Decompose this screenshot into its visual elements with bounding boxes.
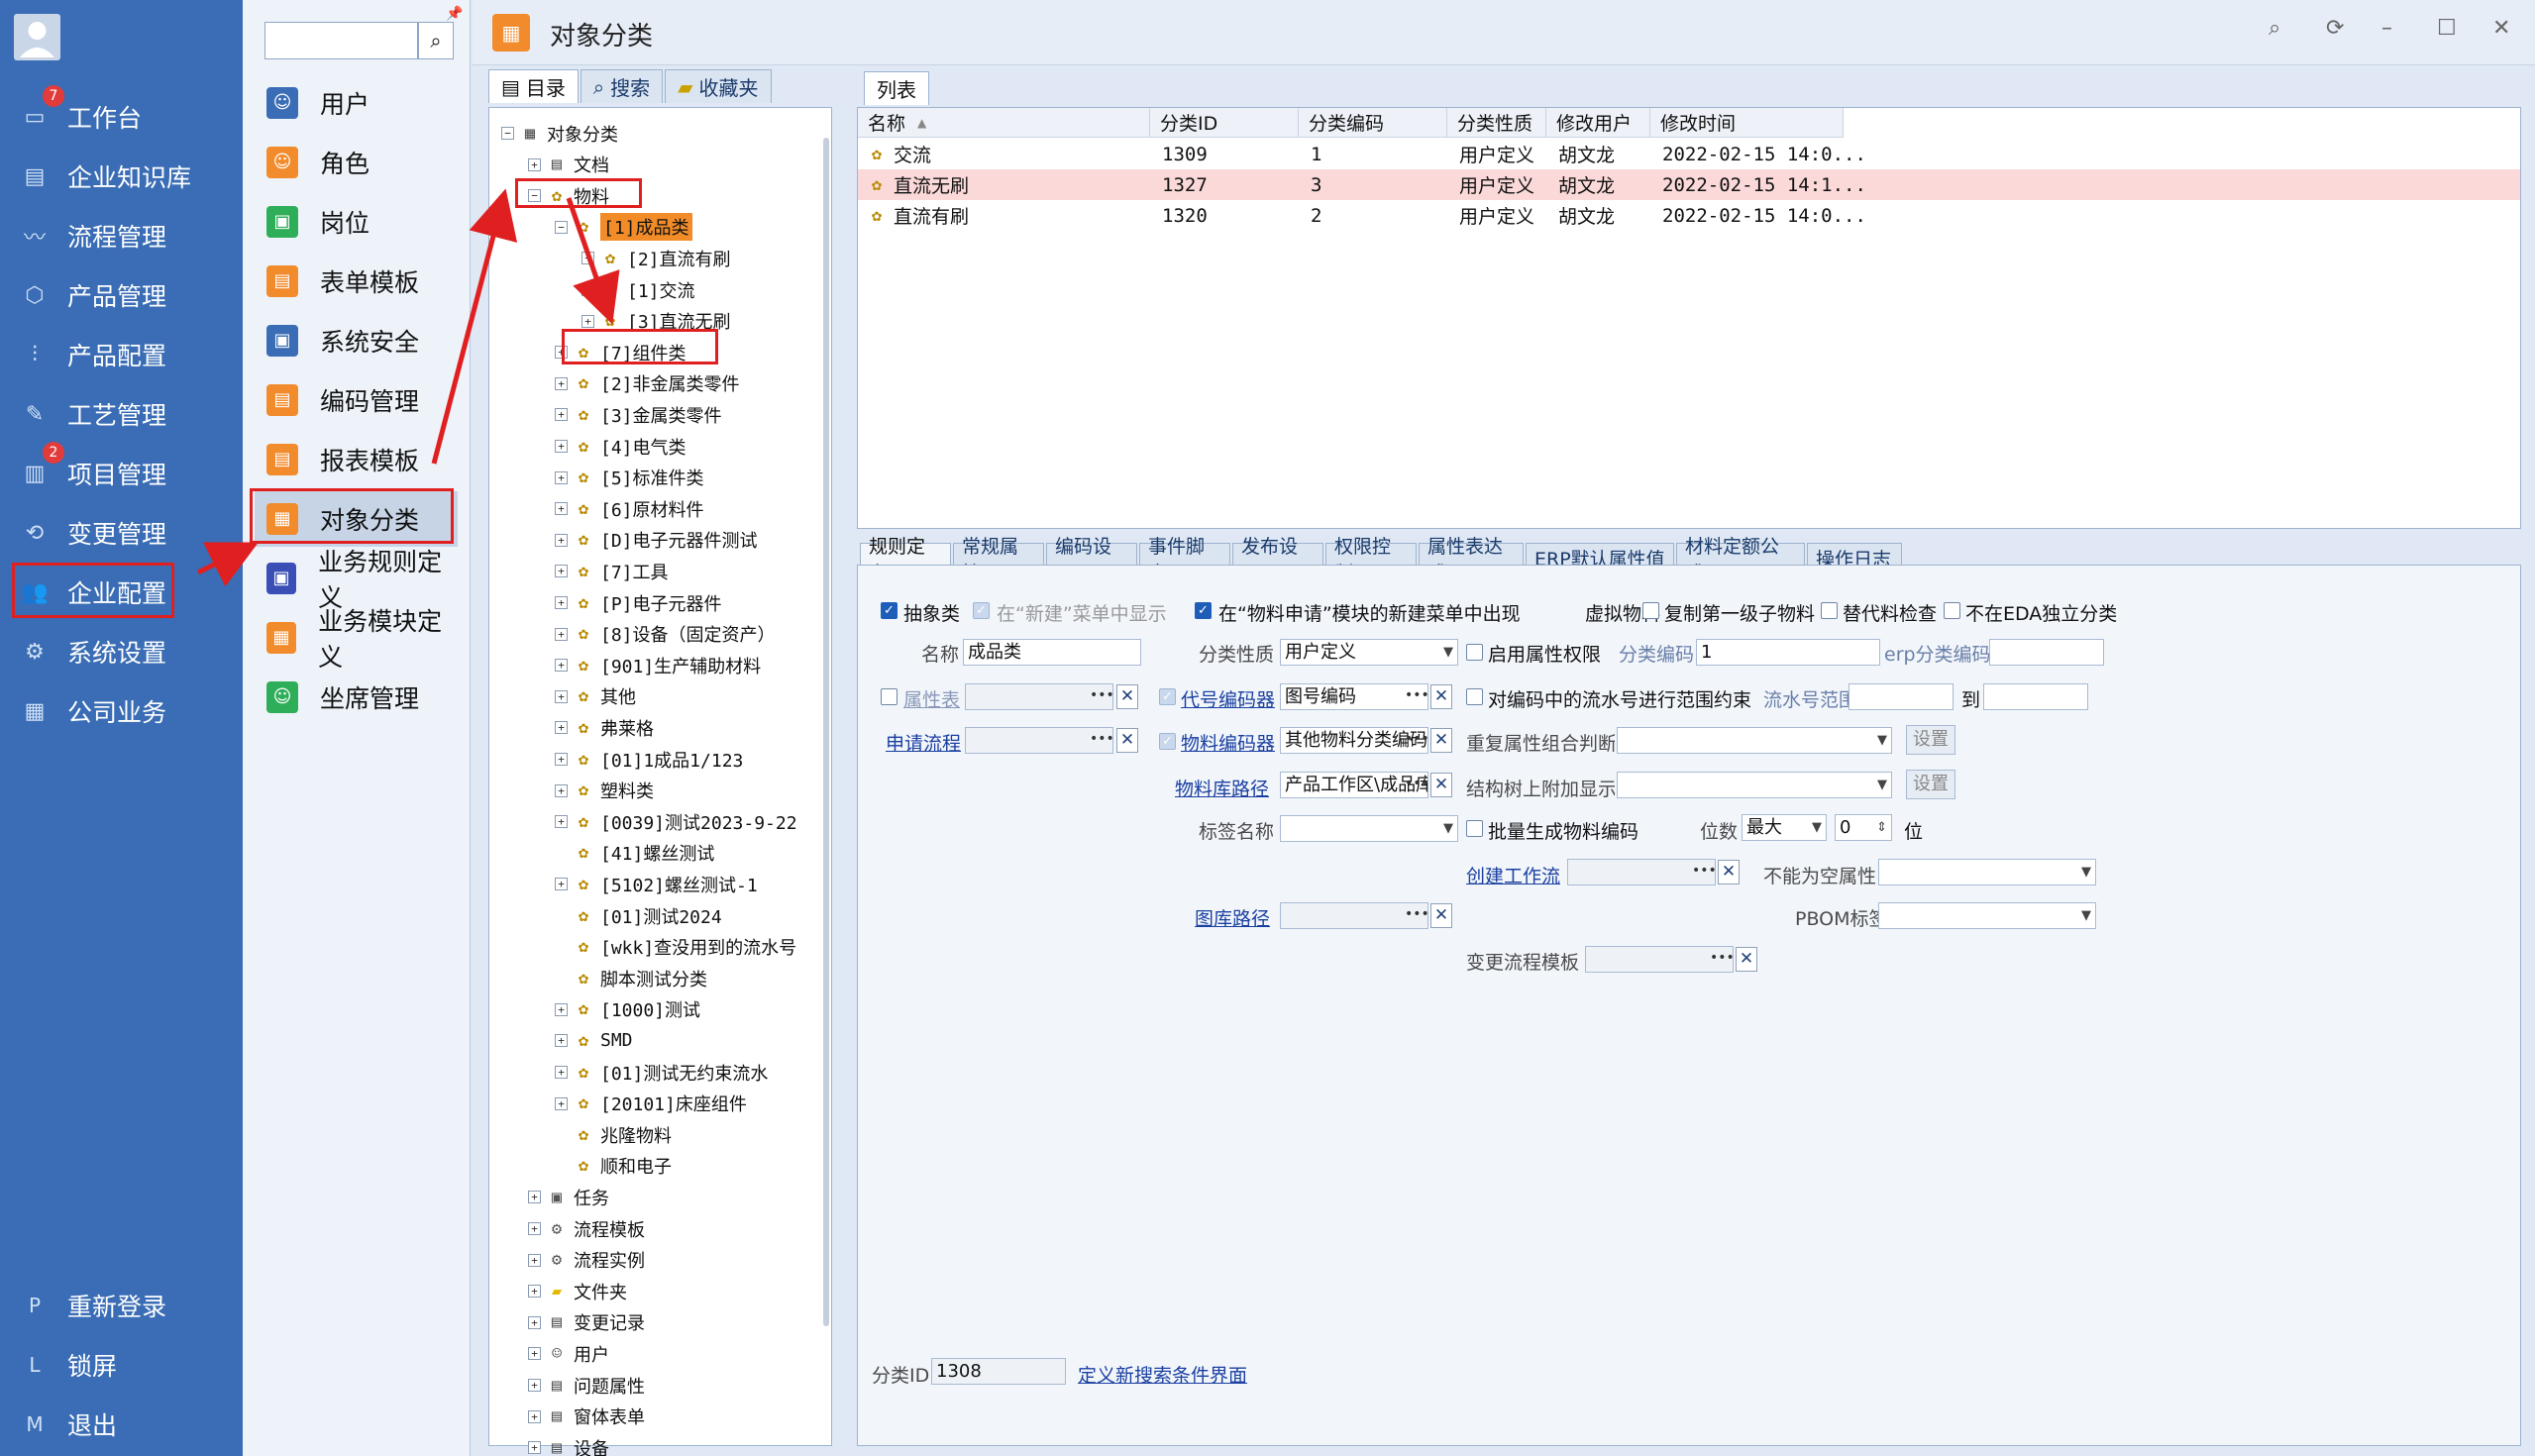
attr-perm-label: 启用属性权限 — [1488, 644, 1602, 666]
copy-first-label: 复制第一级子物料 — [1664, 603, 1816, 625]
browse-icon[interactable]: ••• — [1710, 950, 1735, 966]
not-null-label: 不能为空属性 — [1763, 866, 1877, 887]
not-null-select[interactable]: ▼ — [1878, 859, 2096, 885]
dup-attr-settings-button[interactable]: 设置 — [1906, 725, 1955, 755]
erp-code-input[interactable] — [1989, 639, 2104, 666]
chevron-down-icon: ▼ — [1812, 820, 1822, 835]
define-search-link[interactable]: 定义新搜索条件界面 — [1078, 1361, 1247, 1388]
clear-icon[interactable]: ✕ — [1430, 903, 1452, 928]
clear-icon[interactable]: ✕ — [1718, 860, 1740, 884]
attr-table-checkbox[interactable] — [881, 688, 898, 705]
dup-attr-label: 重复属性组合判断 — [1466, 733, 1615, 755]
class-id-input: 1308 — [931, 1358, 1066, 1385]
mat-gen-checkbox[interactable]: ✓ — [1159, 733, 1176, 750]
form-fields: ✓ 抽象类 ✓ 在“新建”菜单中显示 ✓ 在“物料申请”模块的新建菜单中出现 虚… — [0, 0, 2535, 1456]
nature-select[interactable]: 用户定义 ▼ — [1280, 639, 1458, 666]
chevron-down-icon: ▼ — [2081, 908, 2091, 923]
struct-tree-settings-button[interactable]: 设置 — [1906, 770, 1955, 799]
browse-icon[interactable]: ••• — [1090, 687, 1114, 703]
drawing-path-link[interactable]: 图库路径 — [1195, 904, 1270, 931]
create-flow-link[interactable]: 创建工作流 — [1466, 862, 1560, 888]
struct-tree-select[interactable]: ▼ — [1617, 772, 1892, 798]
new-menu-label: 在“新建”菜单中显示 — [997, 603, 1167, 625]
struct-tree-label: 结构树上附加显示 — [1466, 779, 1615, 800]
pbom-select[interactable]: ▼ — [1878, 902, 2096, 929]
range-from-input[interactable] — [1848, 683, 1954, 710]
browse-icon[interactable]: ••• — [1405, 731, 1429, 747]
batch-label: 批量生成物料编码 — [1488, 821, 1639, 843]
highlight-object-category — [250, 488, 454, 544]
browse-icon[interactable]: ••• — [1090, 731, 1114, 747]
range-to-label: 到 — [1961, 689, 1981, 711]
class-id-label: 分类ID — [872, 1365, 930, 1387]
code-label: 分类编码 — [1619, 644, 1695, 666]
abstract-label: 抽象类 — [903, 603, 961, 625]
browse-icon[interactable]: ••• — [1405, 687, 1429, 703]
dup-attr-select[interactable]: ▼ — [1617, 727, 1892, 754]
apply-flow-link[interactable]: 申请流程 — [886, 729, 961, 756]
mat-lib-link[interactable]: 物料库路径 — [1175, 775, 1269, 801]
abstract-checkbox[interactable]: ✓ — [881, 602, 898, 619]
material-apply-label: 在“物料申请”模块的新建菜单中出现 — [1218, 603, 1521, 625]
range-label: 对编码中的流水号进行范围约束 — [1488, 689, 1752, 711]
digits-stepper[interactable]: 0 ⇕ — [1835, 814, 1892, 841]
clear-icon[interactable]: ✕ — [1116, 684, 1138, 709]
range-checkbox[interactable] — [1466, 688, 1483, 705]
eda-label: 不在EDA独立分类 — [1965, 603, 2118, 625]
tag-name-label: 标签名称 — [1199, 821, 1275, 843]
chevron-down-icon: ▼ — [1443, 821, 1453, 836]
material-apply-checkbox[interactable]: ✓ — [1195, 602, 1212, 619]
eda-checkbox[interactable] — [1944, 602, 1960, 619]
change-tpl-label: 变更流程模板 — [1466, 952, 1580, 974]
code-gen-link[interactable]: 代号编码器 — [1181, 685, 1275, 712]
browse-icon[interactable]: ••• — [1405, 906, 1429, 922]
substitute-label: 替代料检查 — [1843, 603, 1938, 625]
erp-code-label: erp分类编码 — [1884, 644, 1991, 666]
chevron-down-icon: ▼ — [1877, 778, 1887, 792]
mat-gen-link[interactable]: 物料编码器 — [1181, 729, 1275, 756]
attr-table-link[interactable]: 属性表 — [903, 685, 960, 712]
clear-icon[interactable]: ✕ — [1430, 773, 1452, 797]
attr-perm-checkbox[interactable] — [1466, 644, 1483, 661]
digits-unit-label: 位 — [1904, 821, 1924, 843]
highlight-component — [562, 329, 718, 364]
browse-icon[interactable]: ••• — [1405, 776, 1429, 791]
digits-label: 位数 — [1700, 821, 1739, 843]
new-menu-checkbox[interactable]: ✓ — [973, 602, 990, 619]
clear-icon[interactable]: ✕ — [1430, 684, 1452, 709]
name-input[interactable]: 成品类 — [963, 639, 1141, 666]
name-label: 名称 — [921, 644, 960, 666]
chevron-down-icon: ▼ — [1443, 645, 1453, 660]
serial-range-label: 流水号范围 — [1763, 689, 1858, 711]
tag-name-select[interactable]: ▼ — [1280, 815, 1458, 842]
code-gen-checkbox[interactable]: ✓ — [1159, 688, 1176, 705]
clear-icon[interactable]: ✕ — [1736, 947, 1757, 972]
chevron-down-icon: ▼ — [2081, 865, 2091, 880]
chevron-down-icon: ▼ — [1877, 733, 1887, 748]
pbom-label: PBOM标签 — [1795, 908, 1888, 930]
highlight-enterprise-config — [12, 563, 174, 618]
browse-icon[interactable]: ••• — [1692, 863, 1717, 879]
range-to-input[interactable] — [1983, 683, 2088, 710]
clear-icon[interactable]: ✕ — [1430, 728, 1452, 753]
batch-checkbox[interactable] — [1466, 820, 1483, 837]
code-input[interactable]: 1 — [1696, 639, 1880, 666]
substitute-checkbox[interactable] — [1821, 602, 1838, 619]
digits-select[interactable]: 最大 ▼ — [1742, 814, 1827, 841]
nature-label: 分类性质 — [1199, 644, 1275, 666]
clear-icon[interactable]: ✕ — [1116, 728, 1138, 753]
stepper-icon: ⇕ — [1876, 820, 1887, 835]
copy-first-checkbox[interactable] — [1642, 602, 1659, 619]
highlight-material — [515, 178, 642, 208]
